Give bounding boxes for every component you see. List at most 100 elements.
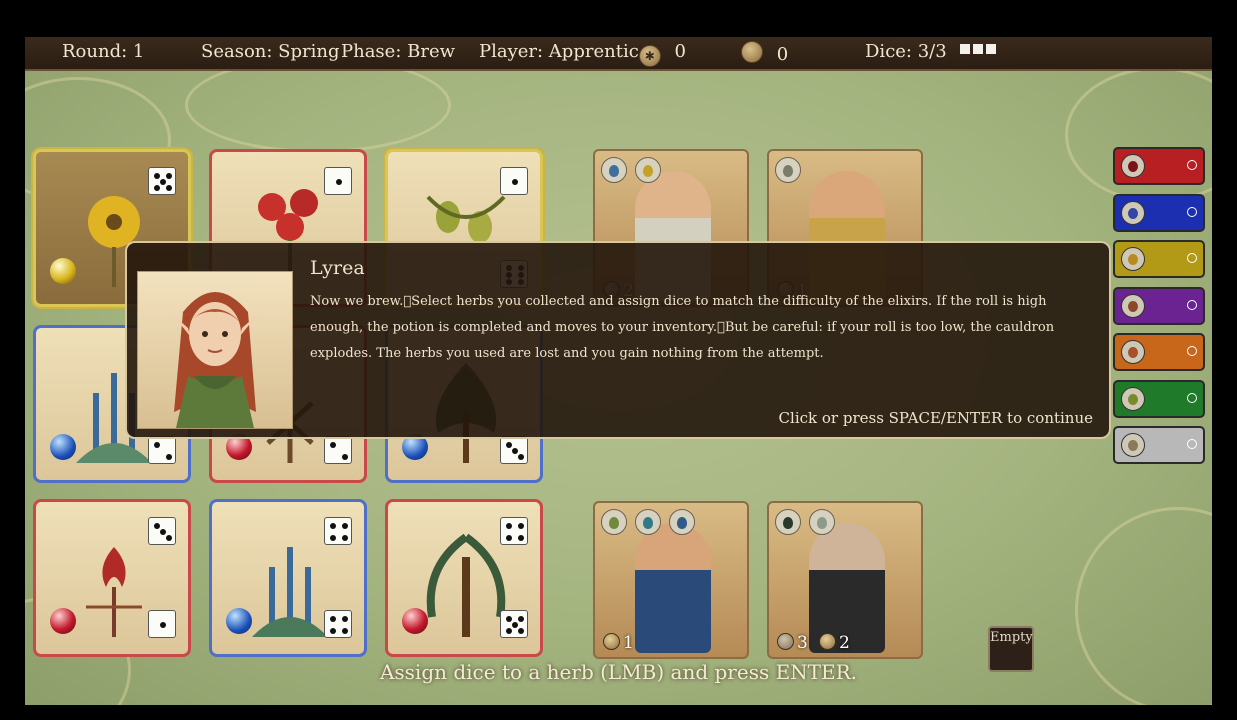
die-pip xyxy=(166,535,172,541)
die-pip xyxy=(166,454,172,460)
silver-coin-icon xyxy=(741,41,763,63)
die-4[interactable] xyxy=(324,610,352,638)
die-pip xyxy=(160,529,166,535)
client-card[interactable]: 1 xyxy=(593,501,749,659)
inventory-slot[interactable] xyxy=(1113,193,1205,232)
die-pip xyxy=(330,535,336,541)
die-pip xyxy=(342,523,348,529)
die-pip xyxy=(166,173,172,179)
empty-count-icon xyxy=(1187,392,1197,403)
die-5[interactable] xyxy=(148,167,176,195)
tutorial-dialog[interactable]: Lyrea Now we brew. Select herbs you coll… xyxy=(125,241,1111,439)
dialog-message: Now we brew. Select herbs you collected … xyxy=(310,294,1055,361)
die-available-icon xyxy=(960,44,971,54)
empty-count-icon xyxy=(1187,160,1197,170)
die-pip xyxy=(330,442,336,448)
die-pip xyxy=(512,179,518,185)
required-potion-icon xyxy=(635,157,661,183)
dice-indicator xyxy=(960,41,999,62)
die-pip xyxy=(342,628,348,634)
die-4[interactable] xyxy=(324,517,352,545)
blue-essence-orb-icon xyxy=(226,608,252,634)
speaker-name: Lyrea xyxy=(310,257,365,279)
client-portrait xyxy=(635,523,711,653)
die-3[interactable] xyxy=(148,517,176,545)
die-pip xyxy=(518,523,524,529)
reward-gold-value: 2 xyxy=(839,633,850,653)
reward-gold: 1 xyxy=(603,633,634,653)
red-essence-orb-icon xyxy=(402,608,428,634)
top-status-bar: Round: 1 Season: Spring Phase: Brew Play… xyxy=(25,37,1212,71)
die-pip xyxy=(336,179,342,185)
reward-silver: 3 xyxy=(777,633,808,653)
empty-count-icon xyxy=(1187,346,1197,356)
die-pip xyxy=(342,454,348,460)
die-pip xyxy=(330,628,336,634)
die-2[interactable] xyxy=(324,436,352,464)
required-potion-icon xyxy=(669,509,695,535)
herb-card[interactable] xyxy=(209,499,367,657)
potion-bottle-icon xyxy=(1121,200,1145,225)
inventory-slot[interactable] xyxy=(1113,240,1205,278)
speaker-portrait xyxy=(137,271,293,429)
required-potion-icon xyxy=(601,509,627,535)
die-available-icon xyxy=(973,44,984,54)
empty-count-icon xyxy=(1187,253,1197,263)
die-pip xyxy=(342,616,348,622)
inventory-slot[interactable] xyxy=(1113,426,1205,464)
required-potion-icon xyxy=(635,509,661,535)
required-potion-icon xyxy=(775,509,801,535)
game-board: Round: 1 Season: Spring Phase: Brew Play… xyxy=(25,37,1212,705)
die-3[interactable] xyxy=(500,436,528,464)
inventory-slot[interactable] xyxy=(1113,147,1205,185)
die-pip xyxy=(330,616,336,622)
die-pip xyxy=(166,185,172,191)
herb-card[interactable] xyxy=(385,499,543,657)
die-available-icon xyxy=(986,44,997,54)
inventory-slot[interactable] xyxy=(1113,333,1205,371)
instruction-text: Assign dice to a herb (LMB) and press EN… xyxy=(379,660,858,684)
client-card[interactable]: 32 xyxy=(767,501,923,659)
die-pip xyxy=(160,179,166,185)
die-1[interactable] xyxy=(500,167,528,195)
herb-card[interactable] xyxy=(33,499,191,657)
inventory-slot[interactable] xyxy=(1113,379,1205,418)
die-pip xyxy=(330,523,336,529)
player-name: Player: Apprentic xyxy=(479,41,639,62)
die-pip xyxy=(154,442,160,448)
gold-coin-icon: ✱ xyxy=(638,45,661,67)
die-4[interactable] xyxy=(500,517,528,545)
die-pip xyxy=(506,628,512,634)
phase-label: Phase: Brew xyxy=(341,41,456,62)
potion-bottle-icon xyxy=(1121,433,1145,457)
die-pip xyxy=(506,442,512,448)
die-pip xyxy=(154,185,160,191)
die-1[interactable] xyxy=(148,610,176,638)
die-pip xyxy=(512,448,518,454)
required-potion-icon xyxy=(601,157,627,183)
red-essence-orb-icon xyxy=(50,608,76,634)
player-label: Player: Apprentic ✱ 0 xyxy=(479,41,686,67)
silver-coin-icon xyxy=(777,633,794,650)
die-pip xyxy=(154,173,160,179)
potion-bottle-icon xyxy=(1121,386,1145,411)
empty-count-icon xyxy=(1187,439,1197,449)
die-5[interactable] xyxy=(500,610,528,638)
round-label: Round: 1 xyxy=(62,41,145,62)
die-pip xyxy=(518,616,524,622)
empty-count-icon xyxy=(1187,299,1197,310)
die-pip xyxy=(506,523,512,529)
reward-silver-value: 3 xyxy=(797,633,808,653)
reward-gold: 2 xyxy=(819,633,850,653)
continue-hint[interactable]: Click or press SPACE/ENTER to continue xyxy=(779,409,1093,427)
die-1[interactable] xyxy=(324,167,352,195)
die-pip xyxy=(506,616,512,622)
potion-bottle-icon xyxy=(1121,247,1145,271)
die-pip xyxy=(518,454,524,460)
potion-bottle-icon xyxy=(1121,340,1145,364)
die-2[interactable] xyxy=(148,436,176,464)
inventory-slot[interactable] xyxy=(1113,286,1205,325)
gold-essence-orb-icon xyxy=(50,258,76,284)
empty-count-icon xyxy=(1187,206,1197,217)
die-pip xyxy=(512,622,518,628)
